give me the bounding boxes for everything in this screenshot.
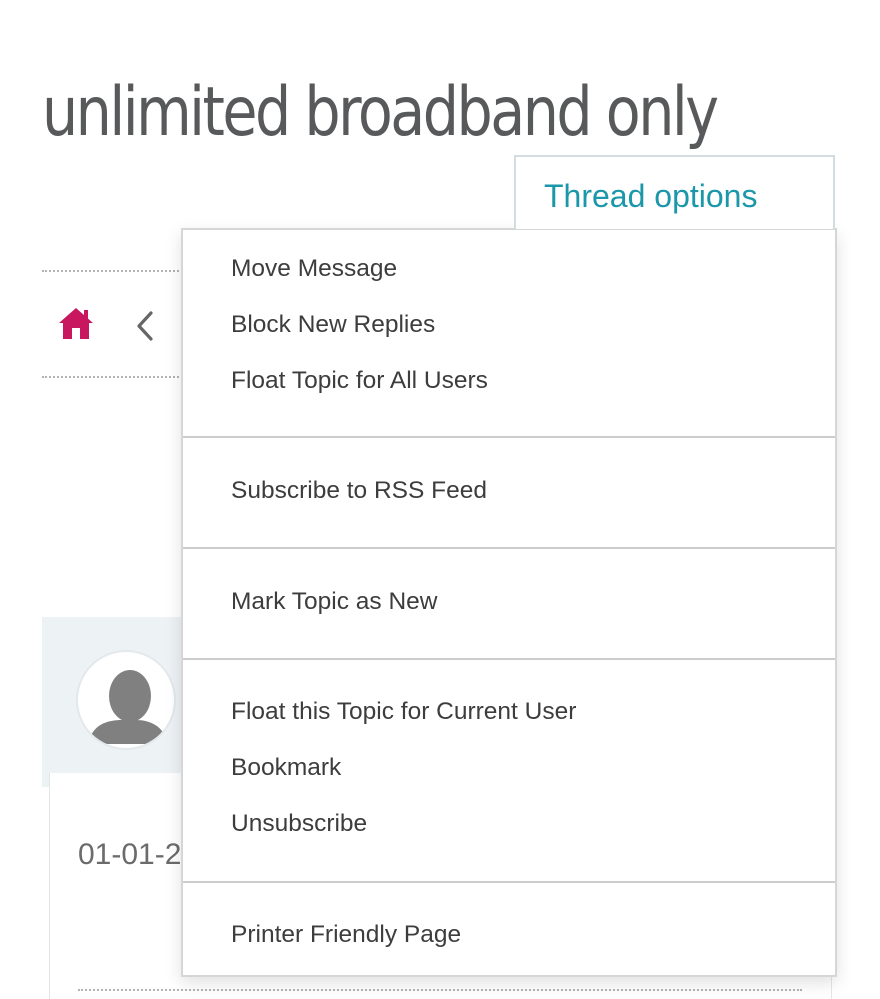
menu-item-block-new-replies[interactable]: Block New Replies	[231, 310, 435, 340]
thread-options-menu: Move Message Block New Replies Float Top…	[181, 228, 837, 977]
menu-item-float-topic-all-users[interactable]: Float Topic for All Users	[231, 366, 488, 396]
menu-separator	[183, 881, 835, 883]
menu-item-unsubscribe[interactable]: Unsubscribe	[231, 809, 367, 839]
page-title: unlimited broadband only	[42, 73, 719, 152]
menu-item-mark-topic-new[interactable]: Mark Topic as New	[231, 587, 438, 617]
home-icon[interactable]	[58, 306, 94, 340]
menu-item-subscribe-rss[interactable]: Subscribe to RSS Feed	[231, 476, 487, 506]
default-user-avatar-icon	[88, 670, 168, 744]
thread-options-button[interactable]: Thread options	[514, 155, 835, 229]
post-divider	[78, 989, 802, 991]
user-avatar[interactable]	[76, 650, 176, 750]
menu-separator	[183, 436, 835, 438]
menu-item-printer-friendly-page[interactable]: Printer Friendly Page	[231, 920, 461, 950]
menu-separator	[183, 547, 835, 549]
chevron-left-icon[interactable]	[132, 308, 158, 344]
menu-item-float-topic-current-user[interactable]: Float this Topic for Current User	[231, 697, 576, 727]
post-date: 01-01-2	[78, 838, 182, 871]
menu-item-move-message[interactable]: Move Message	[231, 254, 397, 284]
menu-item-bookmark[interactable]: Bookmark	[231, 753, 341, 783]
menu-separator	[183, 658, 835, 660]
